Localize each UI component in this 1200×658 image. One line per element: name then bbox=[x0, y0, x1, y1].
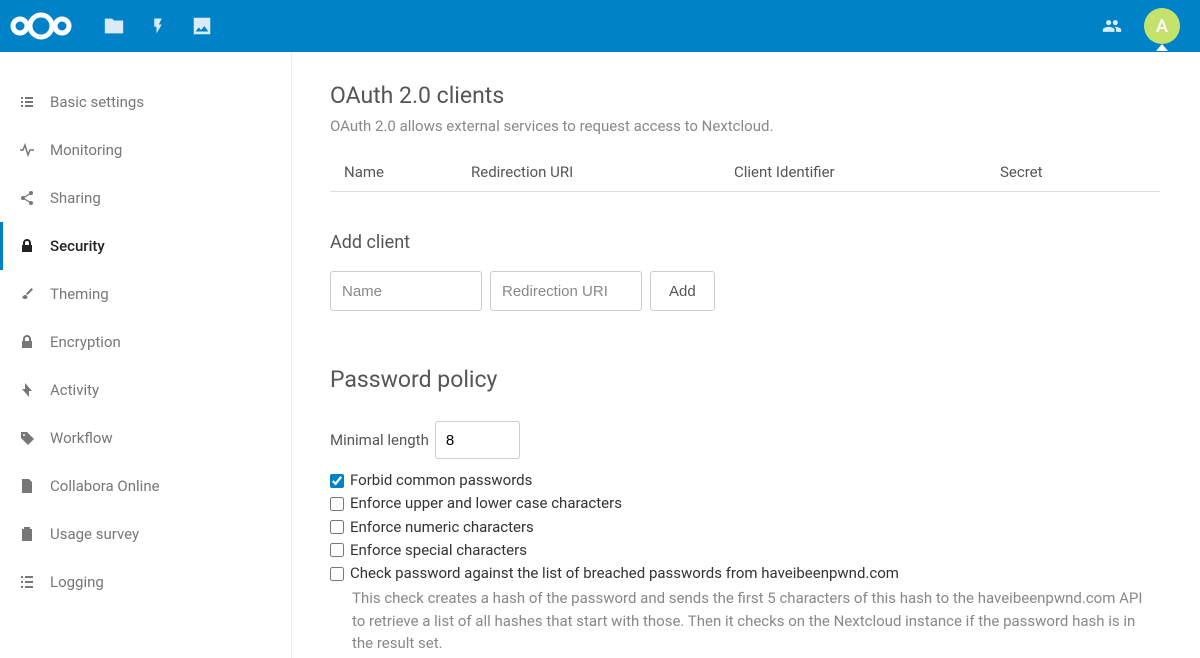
sidebar-item-label: Monitoring bbox=[50, 141, 122, 159]
sidebar-item-logging[interactable]: Logging bbox=[0, 558, 291, 606]
col-redirect: Redirection URI bbox=[471, 163, 734, 181]
tag-icon bbox=[18, 429, 36, 447]
check-label[interactable]: Check password against the list of breac… bbox=[350, 562, 899, 585]
sidebar-item-label: Activity bbox=[50, 381, 99, 399]
check-label[interactable]: Enforce special characters bbox=[350, 539, 527, 562]
check-label[interactable]: Enforce upper and lower case characters bbox=[350, 492, 622, 515]
check-numeric: Enforce numeric characters bbox=[330, 516, 1160, 539]
sidebar-item-label: Theming bbox=[50, 285, 109, 303]
oauth-desc: OAuth 2.0 allows external services to re… bbox=[330, 117, 1160, 135]
check-label[interactable]: Forbid common passwords bbox=[350, 469, 532, 492]
oauth-title: OAuth 2.0 clients bbox=[330, 82, 1160, 109]
sidebar-item-label: Usage survey bbox=[50, 525, 139, 543]
special-checkbox[interactable] bbox=[330, 543, 344, 557]
add-client-button[interactable]: Add bbox=[650, 271, 715, 311]
sidebar-item-theming[interactable]: Theming bbox=[0, 270, 291, 318]
sidebar-item-usage-survey[interactable]: Usage survey bbox=[0, 510, 291, 558]
min-length-input[interactable] bbox=[435, 421, 520, 459]
bolt-icon bbox=[18, 381, 36, 399]
nextcloud-logo[interactable] bbox=[10, 9, 72, 43]
avatar-letter: A bbox=[1156, 16, 1168, 37]
sidebar-item-label: Security bbox=[50, 237, 105, 255]
upper-lower-checkbox[interactable] bbox=[330, 497, 344, 511]
main-content: OAuth 2.0 clients OAuth 2.0 allows exter… bbox=[292, 52, 1200, 658]
hibp-checkbox[interactable] bbox=[330, 567, 344, 581]
hibp-hint: This check creates a hash of the passwor… bbox=[330, 587, 1150, 655]
clipboard-icon bbox=[18, 525, 36, 543]
sidebar-item-label: Workflow bbox=[50, 429, 113, 447]
password-policy-section: Password policy Minimal length Forbid co… bbox=[330, 366, 1160, 655]
sidebar-item-activity[interactable]: Activity bbox=[0, 366, 291, 414]
col-secret: Secret bbox=[1000, 163, 1146, 181]
check-special: Enforce special characters bbox=[330, 539, 1160, 562]
header-left bbox=[10, 9, 214, 43]
client-redirect-input[interactable] bbox=[490, 271, 642, 311]
col-name: Name bbox=[344, 163, 471, 181]
min-length-row: Minimal length bbox=[330, 421, 1160, 459]
sidebar-item-label: Collabora Online bbox=[50, 477, 160, 495]
numeric-checkbox[interactable] bbox=[330, 520, 344, 534]
oauth-section: OAuth 2.0 clients OAuth 2.0 allows exter… bbox=[330, 82, 1160, 311]
brush-icon bbox=[18, 285, 36, 303]
col-client-id: Client Identifier bbox=[734, 163, 1000, 181]
files-app-icon[interactable] bbox=[102, 14, 126, 38]
check-upper-lower: Enforce upper and lower case characters bbox=[330, 492, 1160, 515]
user-avatar[interactable]: A bbox=[1144, 8, 1180, 44]
lock-icon bbox=[18, 237, 36, 255]
sidebar-item-basic-settings[interactable]: Basic settings bbox=[0, 78, 291, 126]
sidebar-item-label: Basic settings bbox=[50, 93, 144, 111]
add-client-form: Add bbox=[330, 271, 1160, 311]
client-name-input[interactable] bbox=[330, 271, 482, 311]
header-right: A bbox=[1100, 8, 1180, 44]
sidebar-item-workflow[interactable]: Workflow bbox=[0, 414, 291, 462]
settings-sidebar: Basic settings Monitoring Sharing Securi… bbox=[0, 52, 292, 658]
sidebar-item-sharing[interactable]: Sharing bbox=[0, 174, 291, 222]
pulse-icon bbox=[18, 141, 36, 159]
add-client-title: Add client bbox=[330, 232, 1160, 253]
share-icon bbox=[18, 189, 36, 207]
password-policy-title: Password policy bbox=[330, 366, 1160, 393]
doc-icon bbox=[18, 477, 36, 495]
forbid-common-checkbox[interactable] bbox=[330, 474, 344, 488]
sidebar-item-encryption[interactable]: Encryption bbox=[0, 318, 291, 366]
min-length-label: Minimal length bbox=[330, 431, 429, 449]
sidebar-item-collabora[interactable]: Collabora Online bbox=[0, 462, 291, 510]
check-hibp: Check password against the list of breac… bbox=[330, 562, 1160, 585]
sidebar-item-monitoring[interactable]: Monitoring bbox=[0, 126, 291, 174]
activity-app-icon[interactable] bbox=[146, 14, 170, 38]
oauth-table-header: Name Redirection URI Client Identifier S… bbox=[330, 153, 1160, 192]
contacts-icon[interactable] bbox=[1100, 14, 1124, 38]
listnum-icon bbox=[18, 573, 36, 591]
sidebar-item-security[interactable]: Security bbox=[0, 222, 291, 270]
sidebar-item-label: Encryption bbox=[50, 333, 121, 351]
top-header: A bbox=[0, 0, 1200, 52]
check-label[interactable]: Enforce numeric characters bbox=[350, 516, 534, 539]
check-forbid-common: Forbid common passwords bbox=[330, 469, 1160, 492]
gallery-app-icon[interactable] bbox=[190, 14, 214, 38]
sidebar-item-label: Logging bbox=[50, 573, 104, 591]
sidebar-item-label: Sharing bbox=[50, 189, 101, 207]
lock2-icon bbox=[18, 333, 36, 351]
list-icon bbox=[18, 93, 36, 111]
